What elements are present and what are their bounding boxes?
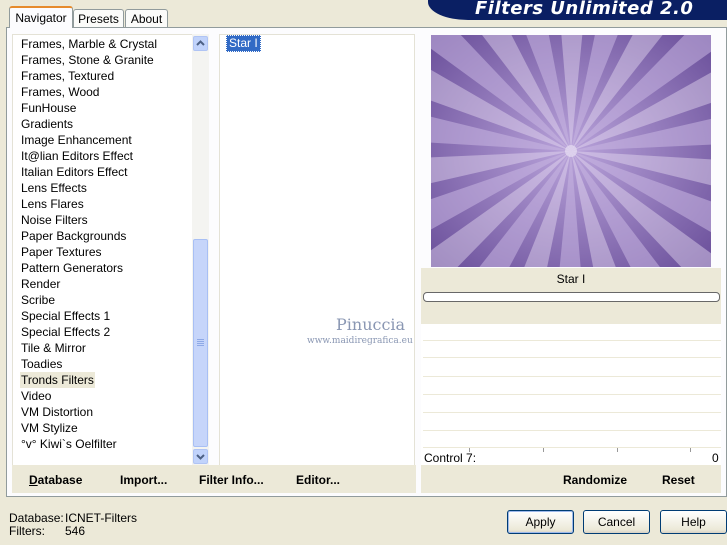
database-button[interactable]: Database xyxy=(29,473,82,487)
tab-about[interactable]: About xyxy=(125,9,168,27)
category-item[interactable]: Paper Backgrounds xyxy=(20,228,127,244)
control-slot xyxy=(423,430,721,431)
category-item[interactable]: Paper Textures xyxy=(20,244,103,260)
control-7-value[interactable]: 0 xyxy=(712,451,719,465)
filter-info-button[interactable]: Filter Info... xyxy=(199,473,264,487)
control-slot xyxy=(423,394,721,395)
filters-count-value: 546 xyxy=(65,524,86,538)
thumb-grip-line xyxy=(197,341,204,342)
category-item[interactable]: Special Effects 1 xyxy=(20,308,111,324)
category-item[interactable]: Tronds Filters xyxy=(20,372,95,388)
scroll-down-button[interactable] xyxy=(193,449,208,464)
category-item[interactable]: Gradients xyxy=(20,116,74,132)
category-item[interactable]: Image Enhancement xyxy=(20,132,133,148)
category-item[interactable]: °v° Kiwi`s Oelfilter xyxy=(20,436,118,452)
control-slot xyxy=(423,447,721,448)
star-preview-graphic xyxy=(431,35,711,267)
preview-image xyxy=(431,35,711,267)
thumb-grip-line xyxy=(197,345,204,346)
category-item[interactable]: VM Distortion xyxy=(20,404,94,420)
scroll-up-button[interactable] xyxy=(193,36,208,51)
category-item[interactable]: Tile & Mirror xyxy=(20,340,87,356)
star-center xyxy=(565,145,577,157)
help-button[interactable]: Help xyxy=(660,510,727,534)
control-slot xyxy=(423,340,721,341)
control-slot xyxy=(423,376,721,377)
control-slot xyxy=(423,357,721,358)
category-item[interactable]: Italian Editors Effect xyxy=(20,164,129,180)
category-item[interactable]: FunHouse xyxy=(20,100,77,116)
category-list[interactable]: Frames, Marble & Crystal Frames, Stone & … xyxy=(12,34,209,466)
category-item[interactable]: Frames, Textured xyxy=(20,68,115,84)
watermark-name: Pinuccia xyxy=(336,315,406,334)
preview-filter-name: Star I xyxy=(556,272,586,286)
thumb-grip-line xyxy=(197,339,204,340)
thumb-grip-line xyxy=(197,343,204,344)
slider-tick xyxy=(543,448,544,452)
database-label: Database: xyxy=(9,511,64,525)
filter-list[interactable] xyxy=(219,34,415,466)
control-slot xyxy=(423,412,721,413)
reset-button[interactable]: Reset xyxy=(662,473,695,487)
tab-navigator[interactable]: Navigator xyxy=(9,6,73,28)
controls-area xyxy=(421,324,721,467)
database-button-label: atabase xyxy=(37,473,83,487)
app-title: Filters Unlimited 2.0 xyxy=(475,0,694,19)
category-item[interactable]: Render xyxy=(20,276,61,292)
category-item[interactable]: Toadies xyxy=(20,356,63,372)
category-item[interactable]: Video xyxy=(20,388,52,404)
chevron-down-icon xyxy=(196,454,205,460)
category-item[interactable]: Noise Filters xyxy=(20,212,89,228)
control-7-label: Control 7: xyxy=(424,451,477,465)
filters-count-label: Filters: xyxy=(9,524,45,538)
tab-presets[interactable]: Presets xyxy=(73,9,124,27)
apply-button[interactable]: Apply xyxy=(507,510,574,534)
category-item[interactable]: Frames, Wood xyxy=(20,84,100,100)
category-item[interactable]: VM Stylize xyxy=(20,420,79,436)
category-item[interactable]: Lens Flares xyxy=(20,196,85,212)
slider-tick xyxy=(690,448,691,452)
randomize-button[interactable]: Randomize xyxy=(563,473,627,487)
cancel-button[interactable]: Cancel xyxy=(583,510,650,534)
watermark-site: www.maidiregrafica.eu xyxy=(307,336,413,346)
category-item[interactable]: Frames, Stone & Granite xyxy=(20,52,155,68)
chevron-up-icon xyxy=(196,40,205,46)
category-item[interactable]: Lens Effects xyxy=(20,180,88,196)
database-value: ICNET-Filters xyxy=(65,511,137,525)
filter-item-selected[interactable]: Star I xyxy=(226,35,261,52)
editor-button[interactable]: Editor... xyxy=(296,473,340,487)
category-item[interactable]: Frames, Marble & Crystal xyxy=(20,36,158,52)
progress-bar xyxy=(423,292,720,302)
slider-tick xyxy=(617,448,618,452)
category-item[interactable]: It@lian Editors Effect xyxy=(20,148,134,164)
category-item[interactable]: Special Effects 2 xyxy=(20,324,111,340)
import-button[interactable]: Import... xyxy=(120,473,167,487)
category-item[interactable]: Pattern Generators xyxy=(20,260,124,276)
category-item[interactable]: Scribe xyxy=(20,292,56,308)
